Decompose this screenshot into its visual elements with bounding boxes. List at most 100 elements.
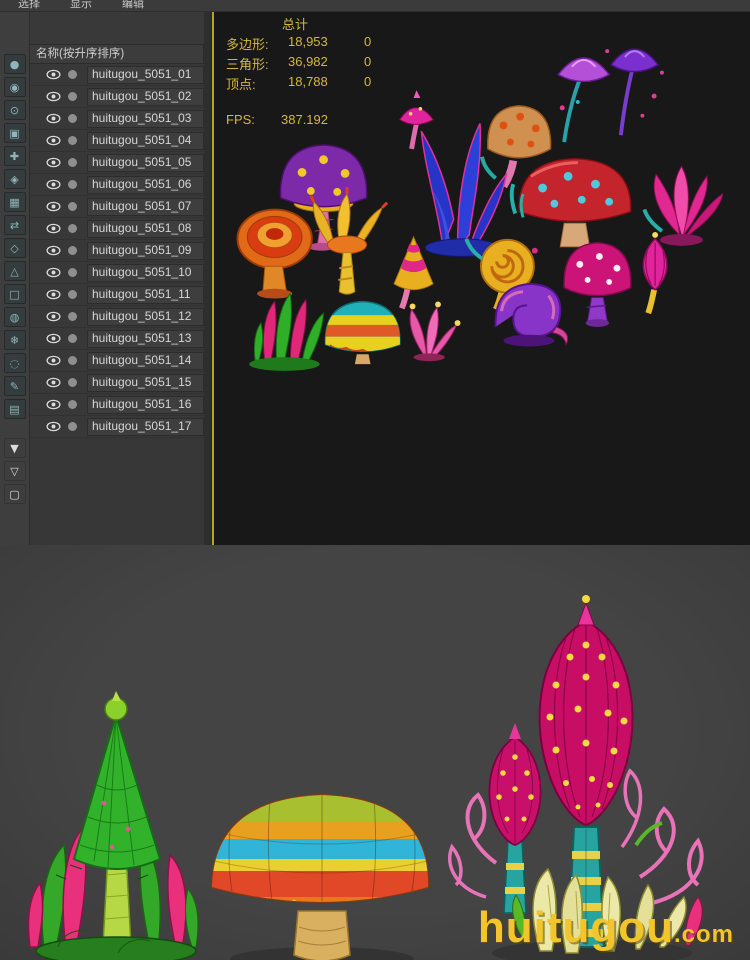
scene-object-row[interactable]: huitugou_5051_15: [30, 372, 204, 394]
viewport[interactable]: 总计 多边形: 18,953 0 三角形: 36,982 0 顶点: 18,78…: [214, 12, 750, 545]
new-selection-set-icon[interactable]: ▢: [3, 484, 26, 504]
display-bones-icon[interactable]: △: [3, 261, 26, 281]
model-pink-mushroom-small[interactable]: [399, 90, 434, 150]
filter-combinations-icon[interactable]: ▽: [3, 461, 26, 481]
stats-extra: 0: [364, 74, 372, 89]
menu-item[interactable]: 编辑: [122, 0, 144, 11]
scene-object-row[interactable]: huitugou_5051_12: [30, 306, 204, 328]
lock-selection-icon[interactable]: ▤: [3, 399, 26, 419]
screenshot-root: 选择 显示 编辑 ● ◉ ⊙ ▣ ✚ ◈ ▦ ⇄ ◇ △ □ ◍ ❄ ◌ ✎ ▤ ▼ ▽ ▢ 名称(按升序排序): [0, 0, 750, 960]
stats-extra: 0: [364, 34, 372, 49]
model-red-dotted-mushroom[interactable]: [509, 157, 632, 248]
render-toggle-icon[interactable]: [68, 202, 77, 211]
display-helpers-icon[interactable]: ✚: [3, 146, 26, 166]
visibility-eye-icon[interactable]: [46, 113, 61, 124]
display-xrefs-icon[interactable]: ⇄: [3, 215, 26, 235]
menu-item[interactable]: 选择: [18, 0, 40, 11]
explorer-toolbar: ● ◉ ⊙ ▣ ✚ ◈ ▦ ⇄ ◇ △ □ ◍ ❄ ◌ ✎ ▤ ▼ ▽ ▢: [0, 12, 30, 545]
visibility-eye-icon[interactable]: [46, 267, 61, 278]
visibility-eye-icon[interactable]: [46, 135, 61, 146]
scene-object-label: huitugou_5051_16: [87, 395, 204, 414]
freeze-toggle-icon[interactable]: ❄: [3, 330, 26, 350]
edit-name-icon[interactable]: ✎: [3, 376, 26, 396]
scene-object-row[interactable]: huitugou_5051_02: [30, 86, 204, 108]
visibility-eye-icon[interactable]: [46, 223, 61, 234]
model-rainbow-dome-mushroom[interactable]: [322, 300, 406, 365]
render-toggle-icon[interactable]: [68, 114, 77, 123]
render-toggle-icon[interactable]: [68, 422, 77, 431]
render-toggle-icon[interactable]: [68, 268, 77, 277]
scene-object-row[interactable]: huitugou_5051_11: [30, 284, 204, 306]
render-toggle-icon[interactable]: [68, 356, 77, 365]
visibility-eye-icon[interactable]: [46, 377, 61, 388]
render-toggle-icon[interactable]: [68, 224, 77, 233]
display-cameras-icon[interactable]: ▣: [3, 123, 26, 143]
render-striped-dome-mushroom: [210, 793, 430, 960]
render-toggle-icon[interactable]: [68, 136, 77, 145]
scene-object-row[interactable]: huitugou_5051_16: [30, 394, 204, 416]
visibility-eye-icon[interactable]: [46, 311, 61, 322]
display-containers-icon[interactable]: □: [3, 284, 26, 304]
display-geometry-icon[interactable]: ◉: [3, 77, 26, 97]
scene-object-label: huitugou_5051_09: [87, 241, 204, 260]
model-small-pink-flower[interactable]: [409, 301, 461, 362]
model-magenta-dotted-mushroom[interactable]: [563, 242, 632, 327]
scene-object-row[interactable]: huitugou_5051_13: [30, 328, 204, 350]
visibility-eye-icon[interactable]: [46, 355, 61, 366]
render-toggle-icon[interactable]: [68, 158, 77, 167]
visibility-eye-icon[interactable]: [46, 201, 61, 212]
scene-object-row[interactable]: huitugou_5051_14: [30, 350, 204, 372]
render-toggle-icon[interactable]: [68, 246, 77, 255]
visibility-eye-icon[interactable]: [46, 333, 61, 344]
scene-object-label: huitugou_5051_04: [87, 131, 204, 150]
model-violet-mushroom-cluster[interactable]: [557, 48, 664, 143]
visibility-eye-icon[interactable]: [46, 289, 61, 300]
stats-label: 三角形:: [226, 57, 269, 72]
scene-object-row[interactable]: huitugou_5051_07: [30, 196, 204, 218]
model-spiky-plant[interactable]: [249, 292, 325, 371]
display-shapes-icon[interactable]: ◇: [3, 238, 26, 258]
display-lights-icon[interactable]: ⊙: [3, 100, 26, 120]
render-toggle-icon[interactable]: [68, 70, 77, 79]
scene-object-label: huitugou_5051_10: [87, 263, 204, 282]
display-materials-icon[interactable]: ◍: [3, 307, 26, 327]
scene-object-row[interactable]: huitugou_5051_06: [30, 174, 204, 196]
stats-value: 36,982: [288, 54, 328, 69]
visibility-eye-icon[interactable]: [46, 245, 61, 256]
visibility-eye-icon[interactable]: [46, 421, 61, 432]
scene-object-row[interactable]: huitugou_5051_01: [30, 64, 204, 86]
scene-object-row[interactable]: huitugou_5051_10: [30, 262, 204, 284]
scene-object-row[interactable]: huitugou_5051_09: [30, 240, 204, 262]
visibility-eye-icon[interactable]: [46, 91, 61, 102]
display-spacewarps-icon[interactable]: ◈: [3, 169, 26, 189]
render-toggle-icon[interactable]: [68, 400, 77, 409]
stats-label: 多边形:: [226, 37, 269, 52]
render-toggle-icon[interactable]: [68, 92, 77, 101]
select-object-icon[interactable]: ●: [3, 54, 26, 74]
visibility-eye-icon[interactable]: [46, 179, 61, 190]
render-toggle-icon[interactable]: [68, 180, 77, 189]
scene-object-row[interactable]: huitugou_5051_08: [30, 218, 204, 240]
hide-toggle-icon[interactable]: ◌: [3, 353, 26, 373]
name-column-header[interactable]: 名称(按升序排序): [30, 44, 204, 64]
visibility-eye-icon[interactable]: [46, 69, 61, 80]
scene-object-label: huitugou_5051_01: [87, 65, 204, 84]
render-toggle-icon[interactable]: [68, 378, 77, 387]
render-toggle-icon[interactable]: [68, 290, 77, 299]
render-toggle-icon[interactable]: [68, 312, 77, 321]
model-orange-rose-mushroom[interactable]: [236, 208, 313, 299]
visibility-eye-icon[interactable]: [46, 157, 61, 168]
render-toggle-icon[interactable]: [68, 334, 77, 343]
stats-label: 顶点:: [226, 77, 256, 92]
scene-object-row[interactable]: huitugou_5051_03: [30, 108, 204, 130]
explorer-spacer: [30, 12, 204, 44]
model-purple-swirl-shell[interactable]: [494, 282, 569, 347]
filter-selected-icon[interactable]: ▼: [3, 438, 26, 458]
model-pink-bud-mushroom[interactable]: [642, 232, 668, 315]
visibility-eye-icon[interactable]: [46, 399, 61, 410]
scene-object-row[interactable]: huitugou_5051_17: [30, 416, 204, 438]
display-groups-icon[interactable]: ▦: [3, 192, 26, 212]
menu-item[interactable]: 显示: [70, 0, 92, 11]
scene-object-row[interactable]: huitugou_5051_05: [30, 152, 204, 174]
scene-object-row[interactable]: huitugou_5051_04: [30, 130, 204, 152]
